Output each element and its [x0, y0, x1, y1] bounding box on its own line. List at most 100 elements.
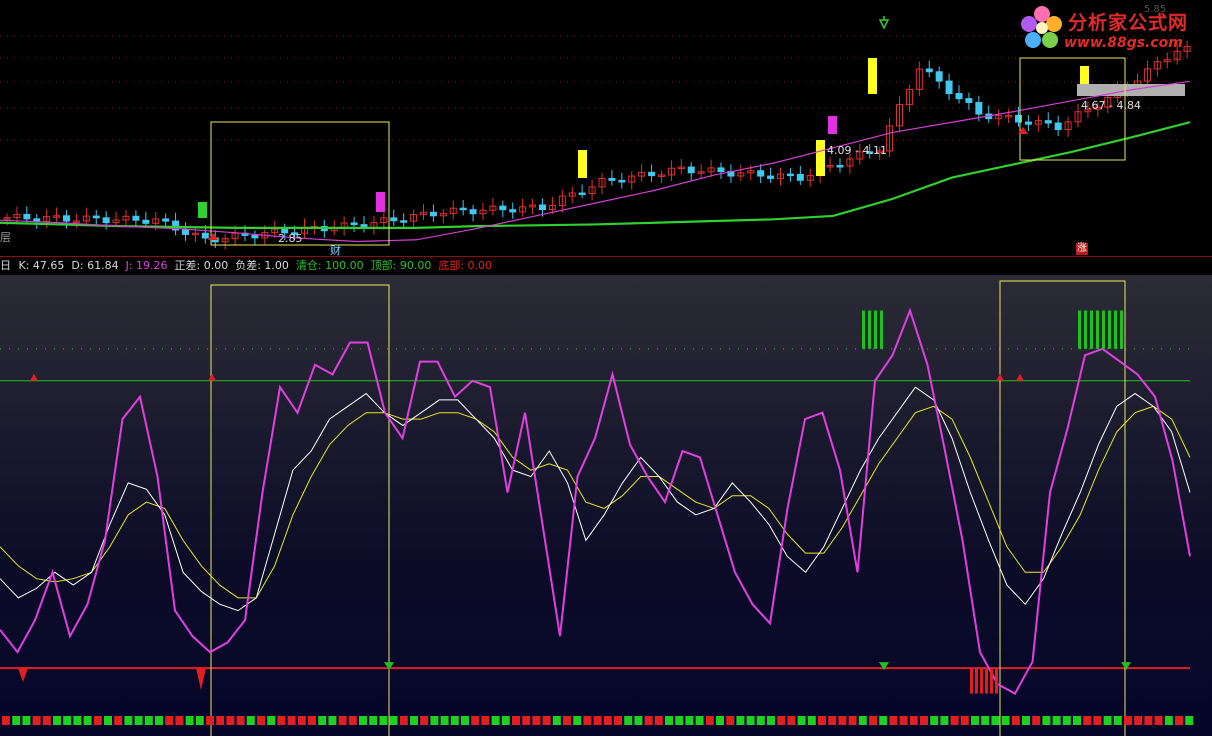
top-signal-bar [1078, 310, 1081, 349]
signal-square [12, 716, 21, 725]
signal-square [512, 716, 520, 725]
legend-prefix: 日 [0, 259, 11, 272]
signal-square [869, 716, 877, 725]
candle-body [1024, 121, 1032, 125]
candle-body [350, 222, 358, 226]
candle-body [935, 71, 943, 82]
signal-square [1052, 716, 1061, 725]
candle-body [648, 171, 656, 177]
candle-body [400, 220, 408, 223]
bottom-signal-bar [985, 668, 988, 694]
signal-square [1001, 716, 1010, 725]
logo-url: www.88gs.com [1064, 35, 1183, 51]
signal-square [216, 716, 225, 725]
signal-square [1011, 716, 1020, 725]
candle-body [925, 68, 933, 73]
candle-body [459, 207, 467, 211]
candle-body [1044, 120, 1052, 124]
candle-body [23, 213, 31, 220]
signal-square [1032, 716, 1041, 725]
candle-body [102, 217, 110, 224]
signal-square [2, 716, 10, 725]
up-arrow-icon [208, 233, 218, 240]
signal-square [63, 716, 72, 725]
signal-square [348, 716, 357, 725]
candle-body [509, 209, 517, 213]
signal-square [1164, 716, 1173, 725]
candle-body [955, 93, 963, 100]
signal-square [53, 716, 61, 725]
legend-item: 清仓: 100.00 [295, 259, 364, 272]
top-signal-bar [874, 310, 877, 349]
signal-square [746, 716, 755, 725]
signal-square [726, 716, 735, 725]
signal-square [777, 716, 786, 725]
signal-square [165, 716, 174, 725]
candle-body [965, 98, 973, 103]
bottom-signal-bar [990, 668, 993, 694]
signal-square [114, 716, 123, 725]
signal-square [206, 716, 214, 725]
signal-square [1144, 716, 1153, 725]
site-logo[interactable]: 5.85 分析家公式网 www.88gs.com [1016, 2, 1212, 56]
legend-item: 顶部: 90.00 [370, 259, 432, 272]
signal-square [491, 716, 500, 725]
candle-body [836, 164, 844, 168]
signal-square [858, 716, 867, 725]
top-signal-bar [1108, 310, 1111, 349]
signal-square [1154, 716, 1163, 725]
signal-square [338, 716, 347, 725]
signal-square [563, 716, 571, 725]
signal-square [685, 716, 694, 725]
signal-square [818, 716, 826, 725]
signal-square [195, 716, 204, 725]
kdj-panel[interactable] [0, 275, 1212, 736]
signal-square [644, 716, 653, 725]
signal-square [624, 716, 633, 725]
ma-short-line [0, 80, 1191, 243]
signal-square [583, 716, 592, 725]
up-triangle-icon [1016, 373, 1024, 381]
indicator-legend: 日 K: 47.65 D: 61.84 J: 19.26 正差: 0.00 负差: 1.… [0, 257, 1212, 275]
signal-square [185, 716, 194, 725]
signal-square [573, 716, 582, 725]
candle-body [975, 101, 983, 115]
legend-item: 底部: 0.00 [438, 259, 493, 272]
kdj-k-line [0, 386, 1191, 612]
signal-square [144, 716, 153, 725]
signal-square [1062, 716, 1071, 725]
signal-square [971, 716, 979, 725]
up-triangle-icon [30, 373, 38, 381]
signal-square [399, 716, 408, 725]
signal-square [134, 716, 143, 725]
candle-body [1054, 122, 1062, 131]
legend-item: 负差: 1.00 [235, 259, 289, 272]
signal-square [828, 716, 837, 725]
bottom-signal-bar [995, 668, 998, 694]
candle-body [251, 234, 259, 239]
signal-square [461, 716, 469, 725]
signal-candle [578, 150, 587, 178]
signal-square [471, 716, 480, 725]
signal-square [930, 716, 939, 725]
signal-square [1124, 716, 1132, 725]
signal-square [1073, 716, 1081, 725]
legend-item: K: 47.65 [18, 259, 65, 272]
bottom-signal-bar [980, 668, 983, 694]
signal-square [716, 716, 724, 725]
signal-square [807, 716, 816, 725]
price-panel[interactable]: 层 2.85 财 4.09 - 4.11 4.67 - 4.84 涨 5.85 … [0, 0, 1212, 257]
candle-body [499, 205, 507, 211]
signal-square [838, 716, 847, 725]
signal-square [1175, 716, 1183, 725]
bottom-spike [18, 668, 28, 683]
signal-candle [198, 202, 207, 218]
flower-logo-icon [1021, 6, 1062, 48]
signal-square [430, 716, 439, 725]
signal-square [889, 716, 898, 725]
kdj-chart[interactable] [0, 275, 1212, 736]
top-signal-bar [862, 310, 865, 349]
signal-candle [816, 140, 825, 176]
signal-square [42, 716, 51, 725]
top-signal-bar [880, 310, 883, 349]
